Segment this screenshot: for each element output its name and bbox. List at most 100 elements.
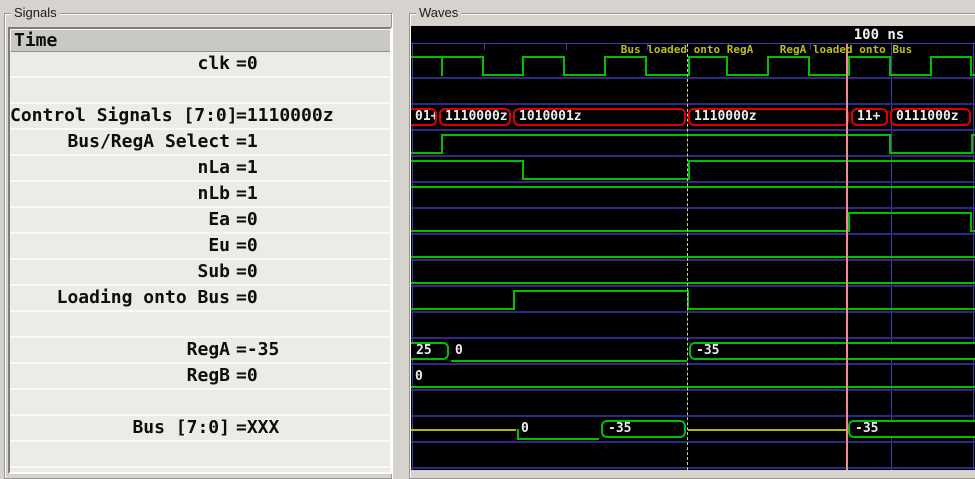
wave-clk xyxy=(767,56,808,58)
wave-loading-onto-bus xyxy=(687,308,975,310)
signal-row-rega[interactable]: RegA =-35 xyxy=(10,338,390,364)
timeline-tick xyxy=(484,44,485,50)
row-separator xyxy=(411,155,975,157)
signal-row-clk[interactable]: clk =0 xyxy=(10,52,390,78)
timescale-label: 100 ns xyxy=(853,27,905,43)
signal-row-blank xyxy=(10,78,390,104)
wave-nla-edge xyxy=(522,160,524,180)
signal-name: RegB xyxy=(186,365,230,386)
wave-clk xyxy=(645,74,688,76)
value-low-bus xyxy=(517,438,599,440)
signal-row-control-signals-7-0-[interactable]: Control Signals [7:0] =1110000z xyxy=(10,104,390,130)
value-segment-bus: -35 xyxy=(601,420,686,438)
wave-canvas[interactable]: 100 ns 01+ 1110000z 1010001z 1110000z 11+ 0111… xyxy=(411,26,975,470)
wave-clk-edge xyxy=(522,56,524,76)
wave-nla-edge xyxy=(688,160,690,180)
marker-label-0: Bus loaded onto RegA xyxy=(620,43,754,56)
wave-clk-edge xyxy=(482,56,484,76)
timeline-tick xyxy=(566,44,567,50)
wave-ea-edge xyxy=(848,212,850,232)
row-separator xyxy=(411,233,975,235)
signal-value: =0 xyxy=(236,209,258,230)
wave-clk xyxy=(604,56,645,58)
bus-segment-control-signals: 1110000z xyxy=(688,108,849,126)
wave-clk-edge xyxy=(930,56,932,76)
wave-nla xyxy=(411,160,522,162)
signal-name: Eu xyxy=(208,235,230,256)
wave-nla xyxy=(522,178,688,180)
signal-name: RegA xyxy=(186,339,230,360)
time-column-header[interactable]: Time xyxy=(10,29,390,52)
bus-segment-control-signals: 11+ xyxy=(851,108,888,126)
bus-segment-control-signals: 0111000z xyxy=(890,108,971,126)
row-separator xyxy=(411,207,975,209)
signal-rows-container: clk =0 Control Signals [7:0] =1110000z Bus/R… xyxy=(10,52,390,468)
signal-name: Bus [7:0] xyxy=(132,417,230,438)
row-separator xyxy=(411,311,975,313)
waveform-viewer-window: { "panels": { "signals_title": "Signals"… xyxy=(0,0,975,479)
wave-bus-rega-select xyxy=(889,152,971,154)
signal-row-bus-7-0-[interactable]: Bus [7:0] =XXX xyxy=(10,416,390,442)
waves-panel-title: Waves xyxy=(416,5,462,20)
row-separator xyxy=(411,259,975,261)
wave-clk xyxy=(930,56,970,58)
row-separator xyxy=(411,363,975,365)
signal-name: Loading onto Bus xyxy=(56,287,230,308)
signal-row-ea[interactable]: Ea =0 xyxy=(10,208,390,234)
value-low-regb xyxy=(411,386,975,388)
marker-label-1: RegA loaded onto Bus xyxy=(779,43,913,56)
row-separator xyxy=(411,415,975,417)
wave-ea-edge xyxy=(970,212,972,232)
wave-clk xyxy=(688,56,726,58)
signal-row-nlb[interactable]: nLb =1 xyxy=(10,182,390,208)
wave-loading-onto-bus xyxy=(411,308,513,310)
wave-bus-rega-select-edge xyxy=(441,134,443,154)
signal-value: =-35 xyxy=(236,339,280,360)
marker-cursor-solid[interactable] xyxy=(846,44,848,470)
signal-value: =0 xyxy=(236,53,258,74)
wave-loading-onto-bus xyxy=(513,290,687,292)
signal-value: =0 xyxy=(236,235,258,256)
wave-clk-tick xyxy=(441,56,443,76)
row-separator xyxy=(411,441,975,443)
wave-bus-rega-select xyxy=(411,152,441,154)
bus-segment-control-signals: 1110000z xyxy=(439,108,511,126)
signal-row-sub[interactable]: Sub =0 xyxy=(10,260,390,286)
signal-value: =1 xyxy=(236,183,258,204)
wave-clk xyxy=(563,74,604,76)
row-separator xyxy=(411,467,975,469)
wave-clk-edge xyxy=(848,56,850,76)
wave-sub xyxy=(411,282,975,284)
bus-segment-control-signals: 1010001z xyxy=(513,108,686,126)
signal-list[interactable]: Time clk =0 Control Signals [7:0] =1110000z… xyxy=(8,27,392,474)
wave-loading-onto-bus-edge xyxy=(513,290,515,310)
signal-name: Bus/RegA Select xyxy=(67,131,230,152)
wave-clk xyxy=(411,56,482,58)
row-separator xyxy=(411,337,975,339)
row-separator xyxy=(411,129,975,131)
signal-value: =0 xyxy=(236,287,258,308)
value-edge-bus xyxy=(517,429,519,440)
signal-row-loading-onto-bus[interactable]: Loading onto Bus =0 xyxy=(10,286,390,312)
signal-row-nla[interactable]: nLa =1 xyxy=(10,156,390,182)
marker-cursor-dashed[interactable] xyxy=(687,44,688,470)
signal-value: =1110000z xyxy=(236,105,334,126)
signal-name: Ea xyxy=(208,209,230,230)
signal-row-blank xyxy=(10,312,390,338)
wave-clk-edge xyxy=(645,56,647,76)
signal-name: Sub xyxy=(197,261,230,282)
signal-value: =1 xyxy=(236,131,258,152)
value-label-regb: 0 xyxy=(415,369,423,384)
signal-row-bus-rega-select[interactable]: Bus/RegA Select =1 xyxy=(10,130,390,156)
signal-name: nLa xyxy=(197,157,230,178)
value-low-rega xyxy=(451,360,687,362)
wave-eu xyxy=(411,256,975,258)
signal-value: =1 xyxy=(236,157,258,178)
signal-name: nLb xyxy=(197,183,230,204)
timeline-tick xyxy=(973,44,974,50)
row-separator xyxy=(411,77,975,79)
signal-row-regb[interactable]: RegB =0 xyxy=(10,364,390,390)
value-segment-rega: -35 xyxy=(689,342,975,360)
signal-row-eu[interactable]: Eu =0 xyxy=(10,234,390,260)
wave-bus-rega-select-edge xyxy=(889,134,891,154)
